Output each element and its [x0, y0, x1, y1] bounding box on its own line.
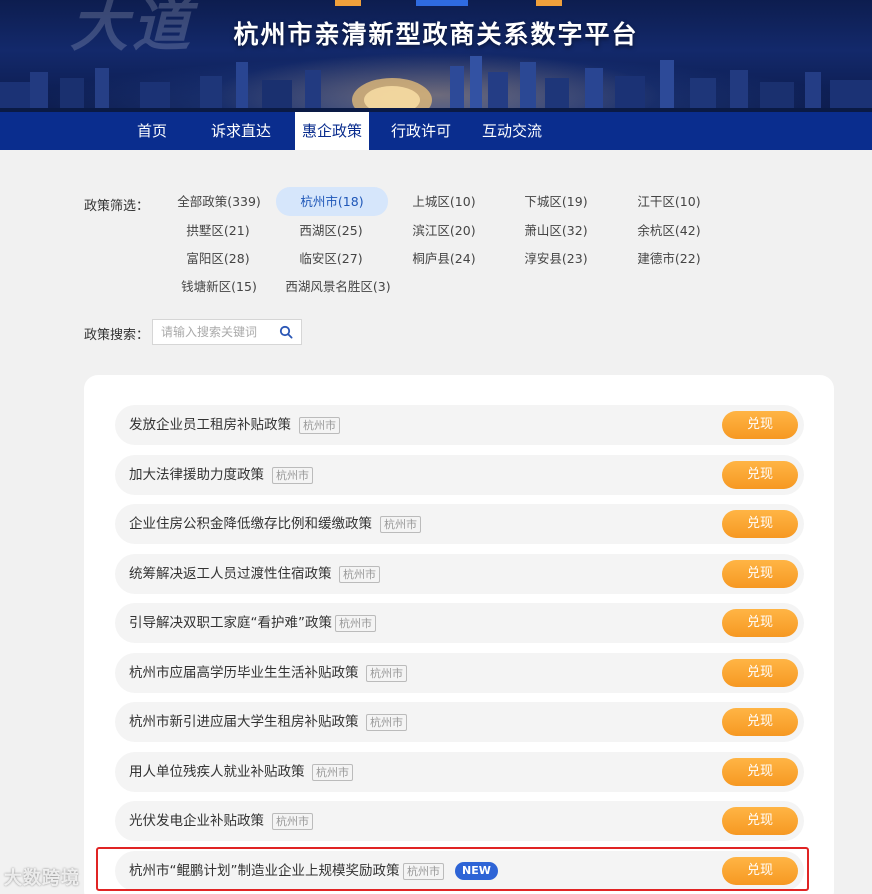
filter-chip-xiacheng[interactable]: 下城区(19) [512, 188, 600, 216]
filter-chip-shangcheng[interactable]: 上城区(10) [400, 188, 488, 216]
filter-chip-linan[interactable]: 临安区(27) [287, 245, 375, 273]
filter-chip-jianggan[interactable]: 江干区(10) [625, 188, 713, 216]
page-title: 杭州市亲清新型政商关系数字平台 [233, 20, 639, 49]
policy-row[interactable]: 杭州市新引进应届大学生租房补贴政策 杭州市 兑现 [115, 702, 804, 742]
filter-label: 政策筛选： [84, 199, 150, 214]
policy-name[interactable]: 发放企业员工租房补贴政策 [129, 405, 291, 445]
policy-row[interactable]: 企业住房公积金降低缴存比例和缓缴政策 杭州市 兑现 [115, 504, 804, 544]
filter-chip-gongshu[interactable]: 拱墅区(21) [174, 217, 262, 245]
policy-name[interactable]: 用人单位残疾人就业补贴政策 [129, 752, 305, 792]
highlight-frame [96, 847, 809, 891]
policy-name[interactable]: 杭州市新引进应届大学生租房补贴政策 [129, 702, 359, 742]
banner-decoration-bar [335, 0, 361, 6]
policy-row[interactable]: 光伏发电企业补贴政策 杭州市 兑现 [115, 801, 804, 841]
policy-name[interactable]: 加大法律援助力度政策 [129, 455, 264, 495]
redeem-button[interactable]: 兑现 [722, 609, 798, 637]
filter-chip-yuhang[interactable]: 余杭区(42) [625, 217, 713, 245]
redeem-button[interactable]: 兑现 [722, 758, 798, 786]
policy-name[interactable]: 杭州市应届高学历毕业生生活补贴政策 [129, 653, 359, 693]
policy-name[interactable]: 企业住房公积金降低缴存比例和缓缴政策 [129, 504, 372, 544]
nav-item-interaction[interactable]: 互动交流 [472, 112, 552, 150]
redeem-button[interactable]: 兑现 [722, 411, 798, 439]
region-tag: 杭州市 [272, 467, 313, 484]
search-input[interactable] [153, 320, 273, 344]
city-skyline-image [0, 56, 872, 112]
filter-chip-jiande[interactable]: 建德市(22) [625, 245, 713, 273]
policy-name[interactable]: 统筹解决返工人员过渡性住宿政策 [129, 554, 332, 594]
banner-decoration-bar [536, 0, 562, 6]
nav-item-home[interactable]: 首页 [122, 112, 182, 150]
region-tag: 杭州市 [366, 714, 407, 731]
nav-item-appeal[interactable]: 诉求直达 [200, 112, 282, 150]
filter-chip-fuyang[interactable]: 富阳区(28) [174, 245, 262, 273]
redeem-button[interactable]: 兑现 [722, 461, 798, 489]
filter-chip-chunan[interactable]: 淳安县(23) [512, 245, 600, 273]
filter-chip-xiaoshan[interactable]: 萧山区(32) [512, 217, 600, 245]
filter-chip-binjiang[interactable]: 滨江区(20) [400, 217, 488, 245]
watermark: 大数跨境 [4, 868, 80, 889]
policy-row[interactable]: 加大法律援助力度政策 杭州市 兑现 [115, 455, 804, 495]
search-box [152, 319, 302, 345]
policy-row[interactable]: 发放企业员工租房补贴政策 杭州市 兑现 [115, 405, 804, 445]
redeem-button[interactable]: 兑现 [722, 510, 798, 538]
region-tag: 杭州市 [272, 813, 313, 830]
filter-chip-xihu-scenic[interactable]: 西湖风景名胜区(3) [278, 273, 398, 301]
region-tag: 杭州市 [339, 566, 380, 583]
policy-row[interactable]: 统筹解决返工人员过渡性住宿政策 杭州市 兑现 [115, 554, 804, 594]
filter-chip-all[interactable]: 全部政策(339) [170, 188, 268, 216]
banner-decoration-bar [416, 0, 468, 6]
header-banner: 大道 杭州市亲清新型政商关系数字平台 [0, 0, 872, 112]
redeem-button[interactable]: 兑现 [722, 659, 798, 687]
search-icon[interactable] [279, 325, 293, 339]
filter-chip-tonglu[interactable]: 桐庐县(24) [400, 245, 488, 273]
filter-chip-hangzhou[interactable]: 杭州市(18) [276, 187, 388, 216]
filter-chip-qiantang[interactable]: 钱塘新区(15) [170, 273, 268, 301]
filter-chip-xihu[interactable]: 西湖区(25) [287, 217, 375, 245]
region-tag: 杭州市 [380, 516, 421, 533]
policy-row[interactable]: 用人单位残疾人就业补贴政策 杭州市 兑现 [115, 752, 804, 792]
policy-row[interactable]: 引导解决双职工家庭“看护难”政策 杭州市 兑现 [115, 603, 804, 643]
redeem-button[interactable]: 兑现 [722, 708, 798, 736]
region-tag: 杭州市 [299, 417, 340, 434]
region-tag: 杭州市 [312, 764, 353, 781]
policy-name[interactable]: 引导解决双职工家庭“看护难”政策 [129, 603, 332, 643]
policy-row[interactable]: 杭州市应届高学历毕业生生活补贴政策 杭州市 兑现 [115, 653, 804, 693]
nav-item-policies[interactable]: 惠企政策 [295, 112, 369, 150]
region-tag: 杭州市 [335, 615, 376, 632]
policy-name[interactable]: 光伏发电企业补贴政策 [129, 801, 264, 841]
main-nav: 首页 诉求直达 惠企政策 行政许可 互动交流 [0, 112, 872, 150]
redeem-button[interactable]: 兑现 [722, 560, 798, 588]
nav-item-permits[interactable]: 行政许可 [382, 112, 460, 150]
redeem-button[interactable]: 兑现 [722, 807, 798, 835]
search-label: 政策搜索： [84, 328, 150, 343]
region-tag: 杭州市 [366, 665, 407, 682]
